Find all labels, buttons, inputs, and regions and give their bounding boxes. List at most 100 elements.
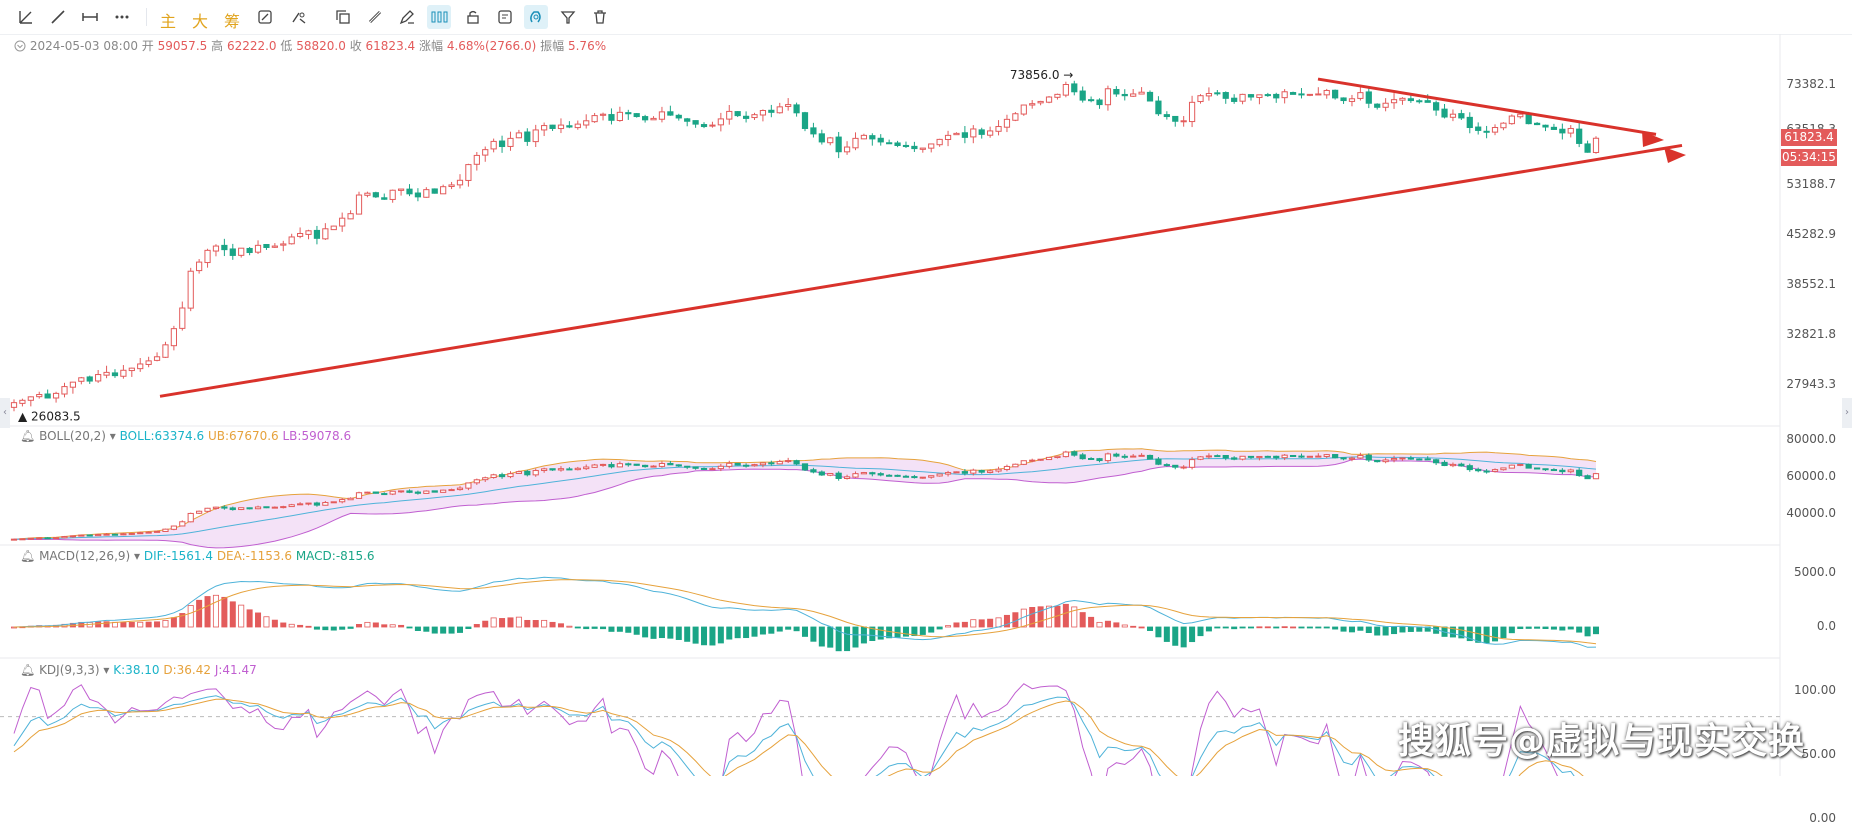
macd-histogram-bar — [852, 626, 859, 648]
macd-histogram-bar — [162, 620, 169, 628]
boll-candle-body — [1172, 464, 1179, 468]
candle-body — [970, 128, 977, 138]
boll-candle-body — [1508, 464, 1515, 469]
candle-body — [1188, 101, 1196, 123]
boll-candle-body — [179, 521, 186, 527]
candle-body — [1542, 124, 1549, 128]
macd-histogram-bar — [229, 601, 236, 628]
candle-body — [541, 125, 548, 131]
candle-body — [759, 110, 767, 116]
macd-histogram-bar — [1147, 626, 1154, 631]
boll-candle-body — [1348, 457, 1356, 460]
boll-candle-body — [204, 507, 211, 512]
candle-body — [1121, 93, 1128, 97]
boll-candle-body — [684, 465, 691, 468]
boll-candle-body — [886, 474, 893, 477]
candle-body — [95, 374, 102, 382]
boll-candle-body — [599, 463, 607, 466]
candlestick-chart[interactable]: 73856.0 → ▲ 26083.5 — [0, 0, 1852, 776]
boll-candle-body — [1012, 463, 1019, 468]
candle-body — [692, 120, 699, 125]
macd-histogram-bar — [549, 621, 556, 628]
boll-candle-body — [330, 501, 337, 504]
macd-histogram-bar — [1096, 621, 1103, 628]
macd-histogram-bar — [246, 609, 253, 628]
bell-icon[interactable]: 🔔︎ — [20, 663, 35, 677]
macd-histogram-bar — [1180, 626, 1187, 648]
boll-candle-body — [1365, 454, 1372, 461]
macd-histogram-bar — [600, 626, 607, 630]
macd-histogram-bar — [95, 621, 102, 628]
macd-histogram-bar — [1492, 626, 1499, 642]
boll-candle-body — [1130, 455, 1137, 458]
macd-histogram-bar — [1281, 626, 1288, 629]
left-panel-toggle-icon[interactable]: ‹ — [0, 398, 10, 428]
macd-histogram-bar — [255, 612, 262, 628]
candle-body — [372, 192, 379, 198]
boll-candle-body — [625, 463, 632, 466]
boll-candle-body — [1441, 461, 1448, 467]
candle-body — [1508, 115, 1515, 125]
macd-histogram-bar — [1264, 626, 1271, 629]
kdj-d-line — [13, 698, 1584, 776]
macd-histogram-bar — [1138, 626, 1145, 629]
candle-body — [1466, 116, 1473, 129]
boll-candle-body — [566, 468, 573, 471]
macd-histogram-bar — [1046, 605, 1053, 628]
candle-body — [667, 111, 674, 116]
candle-body — [1298, 93, 1305, 96]
macd-dif-value: DIF:-1561.4 — [143, 549, 213, 563]
macd-histogram-bar — [515, 616, 522, 628]
macd-histogram-bar — [128, 622, 135, 628]
bell-icon[interactable]: 🔔︎ — [20, 549, 35, 563]
boll-candle-body — [1576, 469, 1583, 477]
candle-body — [355, 194, 363, 215]
boll-candle-body — [1146, 454, 1154, 460]
macd-histogram-bar — [936, 626, 943, 630]
candle-body — [768, 109, 775, 113]
candle-body — [566, 125, 573, 128]
candle-body — [987, 130, 994, 136]
candle-body — [196, 261, 203, 272]
boll-candle-body — [1096, 458, 1103, 462]
last-price-tag: 61823.4 — [1781, 129, 1837, 146]
boll-candle-body — [902, 475, 910, 478]
macd-histogram-bar — [305, 625, 312, 628]
candle-body — [1003, 118, 1011, 128]
macd-legend: 🔔︎ MACD(12,26,9) ▾ DIF:-1561.4 DEA:-1153… — [20, 549, 375, 563]
candle-body — [1222, 92, 1229, 99]
candle-body — [852, 137, 859, 149]
candle-body — [1567, 127, 1574, 134]
macd-histogram-bar — [961, 621, 968, 628]
candle-body — [827, 137, 834, 144]
macd-histogram-bar — [810, 626, 817, 642]
candle-body — [1029, 103, 1036, 106]
boll-candle-body — [1433, 459, 1440, 464]
right-panel-toggle-icon[interactable]: › — [1842, 398, 1852, 428]
boll-candle-body — [776, 460, 783, 465]
macd-histogram-bar — [818, 626, 825, 647]
boll-candle-body — [1458, 463, 1465, 467]
boll-candle-body — [339, 499, 346, 503]
candle-body — [1323, 89, 1330, 96]
boll-candle-body — [1113, 453, 1120, 457]
bell-icon[interactable]: 🔔︎ — [20, 429, 35, 443]
macd-histogram-bar — [591, 626, 598, 629]
macd-histogram-bar — [499, 618, 506, 628]
candle-body — [919, 147, 926, 150]
candle-body — [717, 118, 724, 126]
boll-candle-body — [759, 462, 767, 466]
macd-histogram-bar — [1374, 626, 1381, 636]
candle-body — [902, 144, 910, 148]
macd-histogram-bar — [1407, 626, 1414, 632]
boll-candle-body — [1466, 465, 1473, 471]
price-axis-tick: 38552.1 — [1786, 277, 1836, 291]
macd-histogram-bar — [271, 619, 278, 628]
boll-candle-body — [490, 474, 497, 478]
macd-histogram-bar — [1273, 626, 1280, 629]
boll-candle-body — [1003, 465, 1011, 470]
candle-body — [625, 112, 632, 115]
macd-histogram-bar — [928, 626, 935, 633]
candle-body — [1289, 92, 1297, 95]
candle-body — [675, 114, 682, 119]
